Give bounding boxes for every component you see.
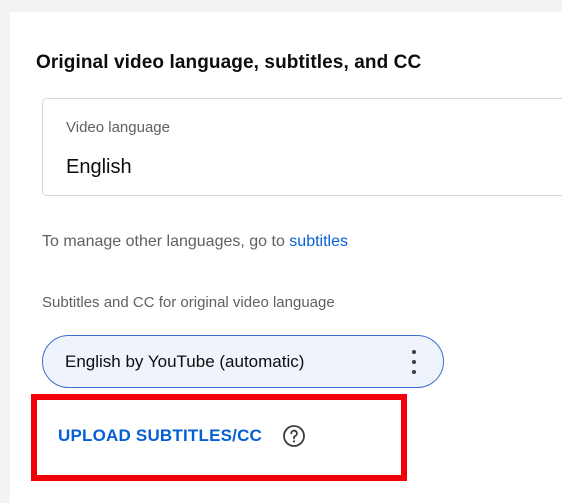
subtitle-track-chip[interactable]: English by YouTube (automatic) [42, 335, 444, 388]
manage-languages-text: To manage other languages, go to subtitl… [42, 233, 348, 251]
video-language-select[interactable]: Video language English [42, 98, 562, 196]
subtitles-link[interactable]: subtitles [289, 233, 348, 250]
upload-subtitles-label: UPLOAD SUBTITLES/CC [58, 426, 263, 445]
help-circle-icon[interactable] [282, 424, 306, 448]
upload-subtitles-button[interactable]: UPLOAD SUBTITLES/CC [58, 424, 306, 448]
section-title: Original video language, subtitles, and … [36, 52, 422, 73]
manage-languages-prefix: To manage other languages, go to [42, 233, 290, 250]
video-language-label: Video language [66, 119, 170, 136]
subtitles-cc-label: Subtitles and CC for original video lang… [42, 294, 335, 311]
more-vert-icon[interactable] [411, 350, 417, 374]
subtitle-track-label: English by YouTube (automatic) [65, 351, 305, 371]
video-language-value: English [66, 156, 132, 178]
